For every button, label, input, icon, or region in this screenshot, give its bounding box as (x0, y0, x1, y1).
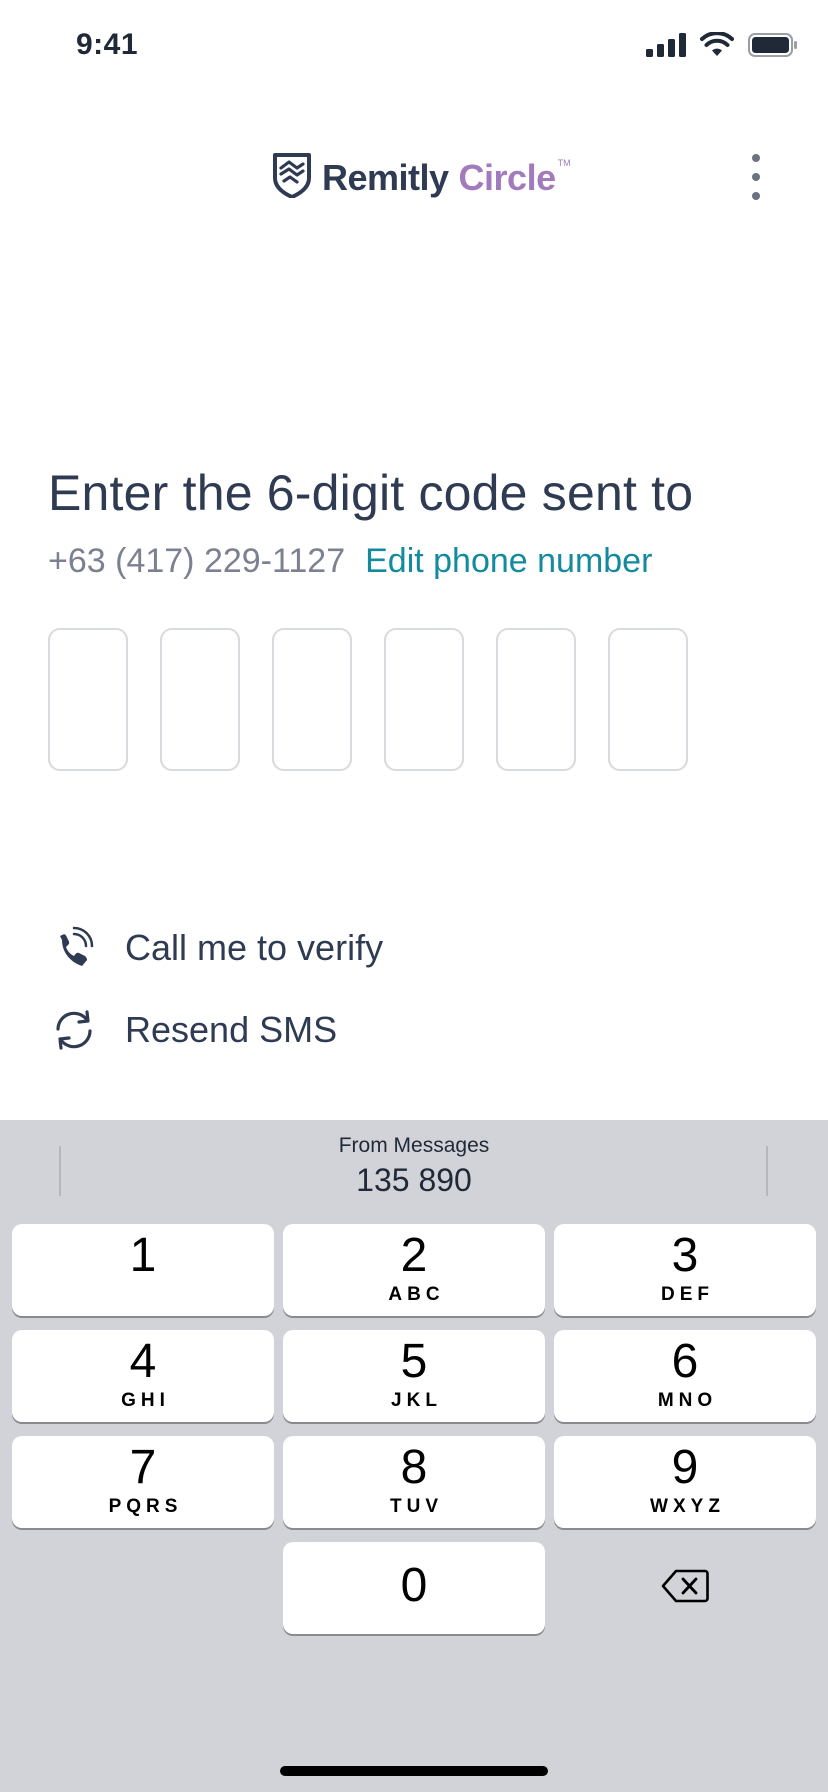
code-input-group (48, 628, 688, 771)
remitly-circle-logo: Remitly Circle TM (272, 152, 571, 203)
backspace-icon (661, 1569, 709, 1608)
autofill-suggestion-bar[interactable]: From Messages 135 890 (0, 1120, 828, 1220)
logo-trademark: TM (557, 158, 571, 168)
delete-key[interactable] (554, 1542, 816, 1634)
code-digit-input[interactable] (608, 628, 688, 771)
status-icons (646, 31, 798, 63)
key-1[interactable]: 1 (12, 1224, 274, 1316)
status-time: 9:41 (76, 28, 139, 61)
code-digit-input[interactable] (384, 628, 464, 771)
key-4[interactable]: 4 GHI (12, 1330, 274, 1422)
call-me-to-verify-label: Call me to verify (125, 927, 384, 968)
key-7[interactable]: 7 PQRS (12, 1436, 274, 1528)
logo-word-remitly: Remitly (322, 156, 449, 198)
wifi-icon (700, 31, 734, 63)
code-digit-input[interactable] (160, 628, 240, 771)
key-6[interactable]: 6 MNO (554, 1330, 816, 1422)
code-digit-input[interactable] (272, 628, 352, 771)
page-title: Enter the 6-digit code sent to (48, 465, 694, 521)
app-header: Remitly Circle TM (0, 140, 828, 210)
edit-phone-number-link[interactable]: Edit phone number (365, 542, 652, 581)
key-8[interactable]: 8 TUV (283, 1436, 545, 1528)
suggestion-source: From Messages (338, 1134, 490, 1157)
handshake-shield-icon (272, 152, 312, 203)
resend-sms-button[interactable]: Resend SMS (48, 1004, 337, 1056)
logo-word-circle: Circle (458, 156, 557, 198)
status-bar: 9:41 (0, 0, 828, 92)
suggested-code[interactable]: 135 890 (0, 1162, 828, 1199)
more-options-button[interactable] (740, 154, 772, 200)
cellular-signal-icon (646, 33, 686, 62)
key-5[interactable]: 5 JKL (283, 1330, 545, 1422)
refresh-icon (48, 1004, 100, 1056)
phone-row: +63 (417) 229-1127 Edit phone number (48, 542, 652, 581)
key-2[interactable]: 2 ABC (283, 1224, 545, 1316)
numeric-keyboard: From Messages 135 890 1 2 ABC 3 DEF 4 GH… (0, 1120, 828, 1792)
key-3[interactable]: 3 DEF (554, 1224, 816, 1316)
key-0[interactable]: 0 (283, 1542, 545, 1634)
more-vertical-icon (752, 154, 760, 162)
phone-number: +63 (417) 229-1127 (48, 542, 346, 580)
phone-icon (48, 922, 100, 974)
key-9[interactable]: 9 WXYZ (554, 1436, 816, 1528)
home-indicator[interactable] (280, 1766, 548, 1776)
battery-icon (748, 33, 798, 62)
code-digit-input[interactable] (496, 628, 576, 771)
resend-sms-label: Resend SMS (125, 1009, 338, 1050)
call-me-to-verify-button[interactable]: Call me to verify (48, 922, 383, 974)
code-digit-input[interactable] (48, 628, 128, 771)
